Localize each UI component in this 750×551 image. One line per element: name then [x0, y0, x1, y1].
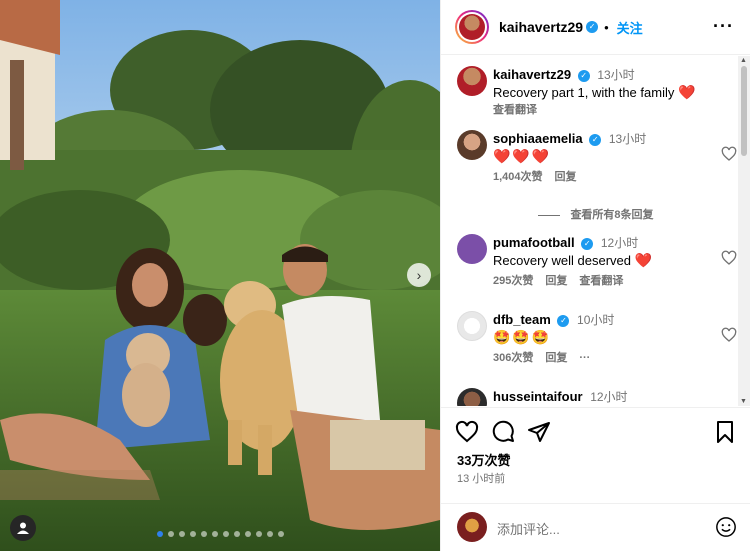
- avatar[interactable]: [457, 388, 487, 406]
- translate-link[interactable]: 查看翻译: [579, 275, 623, 287]
- comment-username[interactable]: husseintaifour: [493, 389, 583, 404]
- reply-button[interactable]: 回复: [545, 275, 567, 287]
- comments-list[interactable]: kaihavertz29 ✓ 13小时 Recovery part 1, wit…: [441, 56, 750, 406]
- comment-likes: 306次赞: [493, 352, 534, 364]
- comment-text: ❤️❤️❤️: [493, 148, 552, 164]
- comment-input[interactable]: 添加评论...: [497, 519, 560, 538]
- carousel-dot: [266, 531, 273, 537]
- family-photo: [0, 0, 440, 551]
- share-icon[interactable]: [527, 420, 551, 444]
- more-icon[interactable]: ···: [713, 16, 734, 37]
- view-replies-link[interactable]: 查看所有8条回复: [441, 206, 750, 222]
- comment-time: 10小时: [577, 313, 615, 327]
- heart-icon[interactable]: [455, 420, 479, 444]
- comment-time: 12小时: [590, 390, 628, 404]
- list-item: husseintaifour 12小时: [457, 388, 737, 406]
- comment-composer: 添加评论...: [441, 503, 750, 551]
- comment-time: 13小时: [608, 132, 647, 146]
- heart-icon[interactable]: [721, 327, 737, 343]
- carousel-dot: [277, 531, 284, 537]
- carousel-dot: [233, 531, 240, 537]
- comment-text: 🤩🤩🤩: [493, 329, 552, 345]
- reply-button[interactable]: 回复: [555, 171, 577, 183]
- verified-icon: ✓: [557, 315, 570, 327]
- comment-username[interactable]: dfb_team: [493, 312, 551, 327]
- verified-icon: ✓: [586, 21, 599, 33]
- list-item: dfb_team ✓ 10小时 🤩🤩🤩 306次赞 回复 ···: [457, 311, 737, 367]
- post-photo[interactable]: ›: [0, 0, 440, 551]
- carousel-dot: [156, 531, 163, 537]
- comment-username[interactable]: kaihavertz29: [493, 67, 571, 82]
- carousel-dot: [167, 531, 174, 537]
- carousel-dot: [178, 531, 185, 537]
- avatar[interactable]: [457, 66, 487, 96]
- heart-icon[interactable]: [721, 146, 737, 162]
- more-icon[interactable]: ···: [579, 352, 590, 364]
- author-avatar[interactable]: [455, 10, 489, 44]
- next-slide-button[interactable]: ›: [407, 263, 431, 287]
- comments-scrollbar[interactable]: ▲ ▼: [738, 56, 750, 406]
- comment-username[interactable]: sophiaaemelia: [493, 131, 583, 146]
- comment-emoji: ❤️: [634, 252, 655, 268]
- verified-icon: ✓: [581, 238, 594, 250]
- avatar: [457, 512, 487, 542]
- carousel-dot: [222, 531, 229, 537]
- comment-icon[interactable]: [491, 420, 515, 444]
- avatar[interactable]: [457, 234, 487, 264]
- avatar[interactable]: [457, 311, 487, 341]
- caption-emoji: ❤️: [677, 84, 698, 100]
- carousel-indicator: [0, 531, 440, 537]
- post-time: 13 小时前: [457, 473, 506, 485]
- post-caption: kaihavertz29 ✓ 13小时 Recovery part 1, wit…: [457, 66, 737, 119]
- bookmark-icon[interactable]: [713, 420, 737, 444]
- heart-icon[interactable]: [721, 250, 737, 266]
- list-item: sophiaaemelia ✓ 13小时 ❤️❤️❤️ 1,404次赞 回复: [457, 130, 737, 186]
- comment-text: Recovery well deserved: [493, 253, 632, 268]
- carousel-dot: [255, 531, 262, 537]
- carousel-dot: [189, 531, 196, 537]
- carousel-dot: [211, 531, 218, 537]
- user-tag-button[interactable]: [10, 515, 36, 541]
- caption-text: Recovery part 1, with the family: [493, 85, 675, 100]
- post-header: kaihavertz29 ✓ • 关注 ···: [441, 0, 750, 55]
- post-actions: 33万次赞 13 小时前: [441, 407, 750, 503]
- post-side-panel: kaihavertz29 ✓ • 关注 ··· kaihavertz29 ✓ 1…: [440, 0, 750, 551]
- translate-link[interactable]: 查看翻译: [493, 104, 537, 116]
- carousel-dot: [200, 531, 207, 537]
- follow-button[interactable]: 关注: [617, 18, 643, 37]
- verified-icon: ✓: [589, 134, 602, 146]
- comment-likes: 1,404次赞: [493, 171, 543, 183]
- comment-username[interactable]: pumafootball: [493, 235, 575, 250]
- comment-time: 13小时: [597, 68, 635, 82]
- carousel-dot: [244, 531, 251, 537]
- comment-likes: 295次赞: [493, 275, 534, 287]
- author-username[interactable]: kaihavertz29: [499, 19, 583, 35]
- reply-button[interactable]: 回复: [545, 352, 567, 364]
- verified-icon: ✓: [577, 70, 590, 82]
- emoji-icon[interactable]: [715, 516, 737, 538]
- comment-time: 12小时: [600, 236, 639, 250]
- chevron-right-icon: ›: [416, 267, 422, 283]
- avatar[interactable]: [457, 130, 487, 160]
- like-count[interactable]: 33万次赞: [457, 450, 510, 469]
- list-item: pumafootball ✓ 12小时 Recovery well deserv…: [457, 234, 737, 290]
